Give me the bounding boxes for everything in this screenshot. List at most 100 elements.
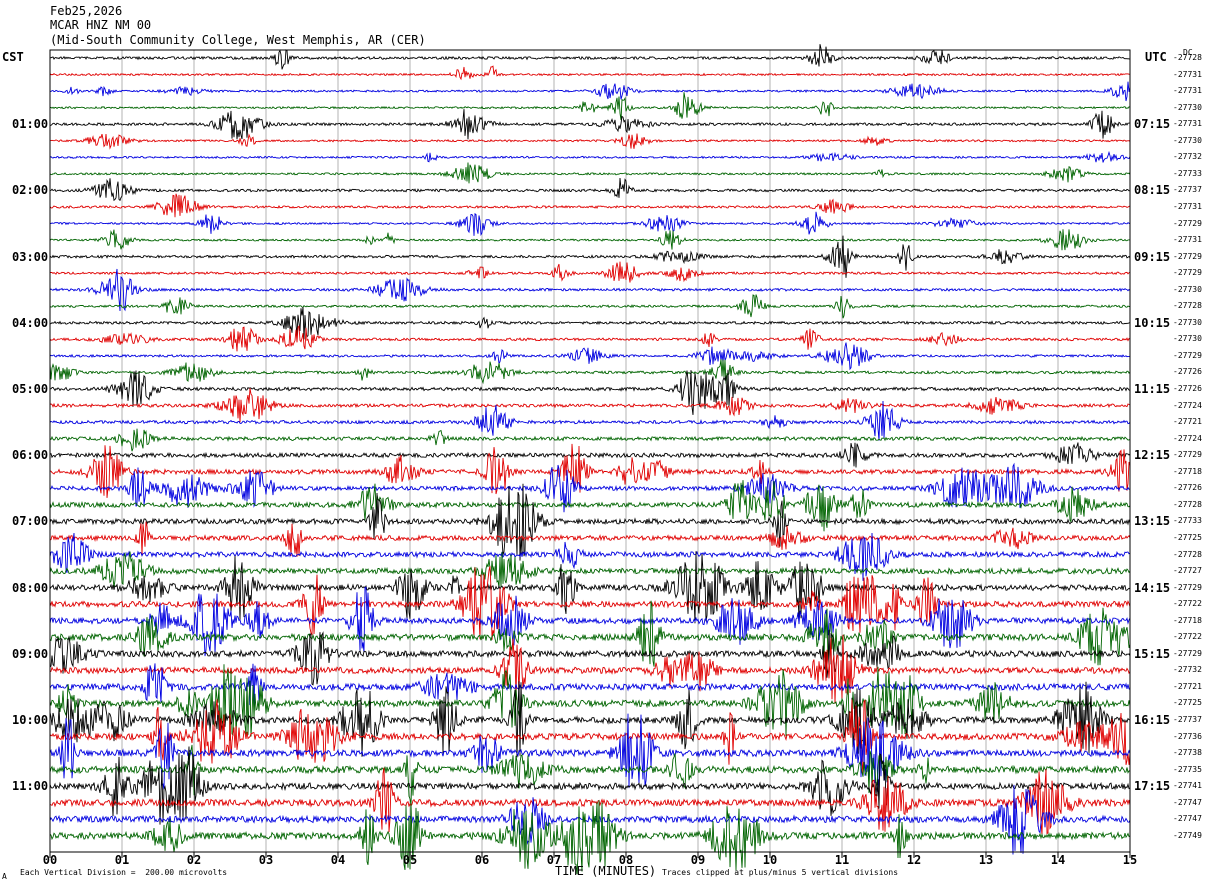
right-hour-label: 15:15: [1134, 646, 1171, 661]
trace-row-1: [49, 65, 1131, 81]
dc-offset-label: -27721: [1173, 681, 1202, 691]
dc-offset-label: -27730: [1173, 284, 1202, 294]
right-hour-label: 10:15: [1134, 315, 1171, 330]
trace-row-12: [49, 235, 1131, 278]
trace-row-17: [49, 324, 1131, 352]
right-hour-label: 13:15: [1134, 514, 1171, 529]
x-tick-label-12: 12: [906, 853, 922, 867]
dc-offset-label: -27731: [1173, 86, 1202, 96]
x-tick-label-02: 02: [186, 853, 202, 867]
x-tick-label-01: 01: [114, 853, 130, 867]
trace-row-34: [49, 586, 1131, 657]
x-axis-title: TIME (MINUTES): [555, 864, 657, 878]
dc-offset-label: -27731: [1173, 235, 1202, 245]
x-tick-label-04: 04: [330, 853, 346, 867]
dc-offset-label: -27733: [1173, 168, 1202, 178]
dc-offset-label: -27731: [1173, 201, 1202, 211]
dc-offset-label: -27727: [1173, 566, 1202, 576]
dc-offset-label: -27724: [1173, 400, 1202, 410]
dc-offset-label: -27747: [1173, 814, 1202, 824]
dc-offset-label: -27726: [1173, 367, 1202, 377]
trace-row-18: [49, 342, 1131, 371]
left-hour-label: 06:00: [12, 448, 49, 463]
seismic-traces: [49, 44, 1131, 875]
trace-row-4: [50, 109, 1131, 140]
right-hour-label: 14:15: [1134, 580, 1171, 595]
trace-row-29: [49, 521, 1131, 557]
trace-row-0: [49, 44, 1131, 70]
dc-offset-label: -27735: [1173, 764, 1202, 774]
right-hour-label: 08:15: [1134, 183, 1171, 198]
left-hour-label: 11:00: [12, 779, 49, 794]
dc-offset-label: -27733: [1173, 516, 1202, 526]
x-tick-label-10: 10: [762, 853, 778, 867]
dc-offset-label: -27741: [1173, 781, 1202, 791]
trace-row-30: [49, 532, 1131, 581]
x-axis-ticks: [49, 852, 1131, 858]
dc-offset-label: -27718: [1173, 615, 1202, 625]
dc-offset-label: -27729: [1173, 218, 1202, 228]
dc-offset-label: -27729: [1173, 350, 1202, 360]
trace-row-31: [49, 551, 1131, 588]
dc-offset-label: -27731: [1173, 69, 1202, 79]
trace-row-13: [49, 261, 1131, 283]
x-tick-label-15: 15: [1122, 853, 1138, 867]
helicorder-plot: [49, 44, 1131, 875]
dc-offset-label: -27737: [1173, 715, 1202, 724]
left-hour-label: 03:00: [12, 249, 49, 264]
dc-offset-label: -27728: [1173, 301, 1202, 311]
trace-row-39: [49, 664, 1131, 741]
footer-clip-note: Traces clipped at plus/minus 5 vertical …: [662, 868, 899, 877]
dc-offset-label: -27732: [1173, 152, 1202, 162]
left-hour-label: 07:00: [12, 514, 49, 529]
trace-row-23: [49, 428, 1131, 452]
trace-row-6: [49, 150, 1131, 163]
dc-offset-label: -27747: [1173, 797, 1202, 807]
trace-row-2: [49, 81, 1131, 102]
trace-row-33: [49, 566, 1131, 640]
right-hour-label: 16:15: [1134, 713, 1171, 727]
trace-row-19: [49, 359, 1131, 385]
trace-row-47: [49, 800, 1131, 875]
dc-offset-label: -27728: [1173, 499, 1202, 509]
dc-offset-label: -27738: [1173, 748, 1202, 758]
dc-offset-label: -27721: [1173, 417, 1202, 427]
trace-row-42: [49, 713, 1131, 792]
trace-row-21: [49, 388, 1131, 423]
dc-offset-label: -27730: [1173, 102, 1202, 112]
right-hour-label: 09:15: [1134, 249, 1171, 264]
x-tick-label-03: 03: [258, 853, 274, 867]
trace-row-11: [49, 229, 1131, 251]
trace-row-16: [49, 307, 1131, 340]
trace-row-8: [49, 177, 1131, 202]
x-tick-label-09: 09: [690, 853, 706, 867]
trace-row-15: [49, 294, 1131, 319]
dc-offset-label: -27728: [1173, 53, 1202, 62]
footer-scale-note: Each Vertical Division = 200.00 microvol…: [20, 868, 228, 877]
right-hour-label: 12:15: [1134, 448, 1171, 463]
left-hour-label: 08:00: [12, 580, 49, 595]
plot-frame: [49, 49, 1131, 853]
right-hour-label: 07:15: [1134, 117, 1171, 132]
trace-row-9: [49, 193, 1131, 218]
dc-offset-label: -27731: [1173, 119, 1202, 129]
dc-offset-label: -27729: [1173, 251, 1202, 261]
dc-offset-label: -27749: [1173, 830, 1202, 840]
left-hour-label: 05:00: [12, 382, 49, 396]
left-hour-label: 10:00: [12, 713, 49, 727]
right-hour-label: 17:15: [1134, 779, 1171, 794]
dc-offset-label: -27730: [1173, 317, 1202, 327]
dc-offset-label: -27737: [1173, 185, 1202, 195]
x-tick-label-11: 11: [834, 853, 850, 867]
dc-offset-label: -27722: [1173, 632, 1202, 642]
dc-offset-label: -27726: [1173, 384, 1202, 393]
dc-offset-label: -27730: [1173, 334, 1202, 344]
dc-offset-label: -27722: [1173, 599, 1202, 609]
left-hour-label: 02:00: [12, 183, 49, 198]
x-tick-label-00: 00: [42, 853, 58, 867]
right-hour-label: 11:15: [1134, 382, 1171, 396]
dc-offset-label: -27718: [1173, 466, 1202, 476]
dc-offset-label: -27730: [1173, 135, 1202, 145]
dc-offset-label: -27728: [1173, 549, 1202, 559]
x-tick-label-06: 06: [474, 853, 490, 867]
